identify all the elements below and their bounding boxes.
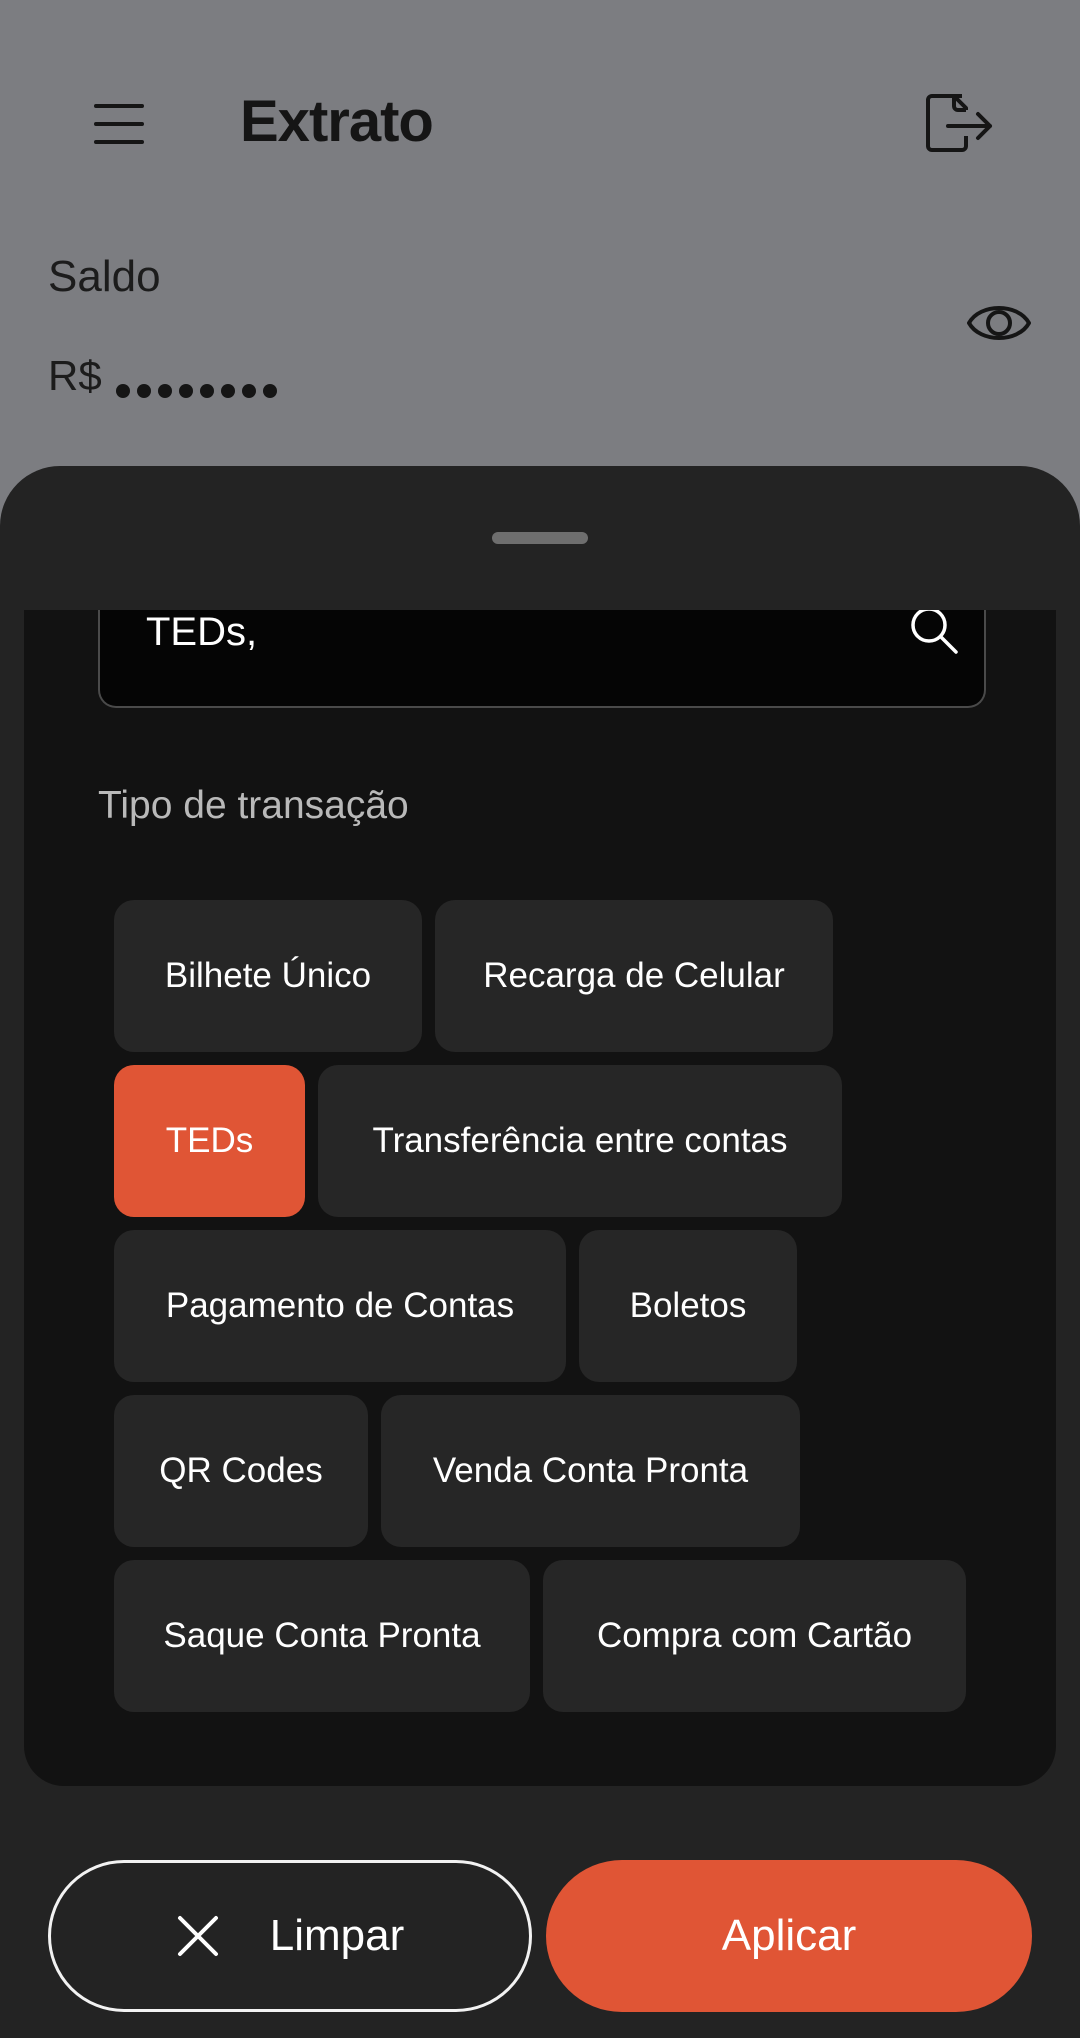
clear-button-label: Limpar	[269, 1911, 405, 1960]
chip-saque-conta-pronta[interactable]: Saque Conta Pronta	[114, 1560, 530, 1712]
chip-compra-com-cartao[interactable]: Compra com Cartão	[543, 1560, 966, 1712]
chip-pagamento-de-contas[interactable]: Pagamento de Contas	[114, 1230, 566, 1382]
close-icon	[176, 1914, 220, 1958]
clear-button[interactable]: Limpar	[48, 1860, 532, 2012]
hidden-balance	[115, 360, 284, 408]
chip-recarga-de-celular[interactable]: Recarga de Celular	[435, 900, 833, 1052]
eye-icon[interactable]	[966, 294, 1032, 352]
chip-bilhete-unico[interactable]: Bilhete Único	[114, 900, 422, 1052]
search-field[interactable]: TEDs,	[98, 610, 986, 708]
apply-button-label: Aplicar	[721, 1911, 857, 1960]
search-input-value[interactable]: TEDs,	[146, 610, 257, 655]
chip-teds[interactable]: TEDs	[114, 1065, 305, 1217]
currency-label: R$	[48, 352, 102, 399]
balance-value: R$	[48, 352, 284, 408]
filter-panel: TEDs, Tipo de transação Bilhete Único Re…	[24, 610, 1056, 1786]
menu-icon[interactable]	[94, 104, 144, 144]
balance-label: Saldo	[48, 252, 161, 301]
page-title: Extrato	[240, 89, 434, 154]
app-header: Extrato Saldo R$	[0, 0, 1080, 470]
drag-handle[interactable]	[492, 532, 588, 544]
chip-qr-codes[interactable]: QR Codes	[114, 1395, 368, 1547]
apply-button[interactable]: Aplicar	[546, 1860, 1032, 2012]
search-icon[interactable]	[908, 610, 960, 656]
chip-venda-conta-pronta[interactable]: Venda Conta Pronta	[381, 1395, 800, 1547]
export-icon[interactable]	[926, 92, 996, 154]
chip-transferencia-entre-contas[interactable]: Transferência entre contas	[318, 1065, 842, 1217]
filter-bottom-sheet: TEDs, Tipo de transação Bilhete Único Re…	[0, 466, 1080, 2038]
transaction-type-title: Tipo de transação	[98, 784, 409, 827]
chip-boletos[interactable]: Boletos	[579, 1230, 797, 1382]
